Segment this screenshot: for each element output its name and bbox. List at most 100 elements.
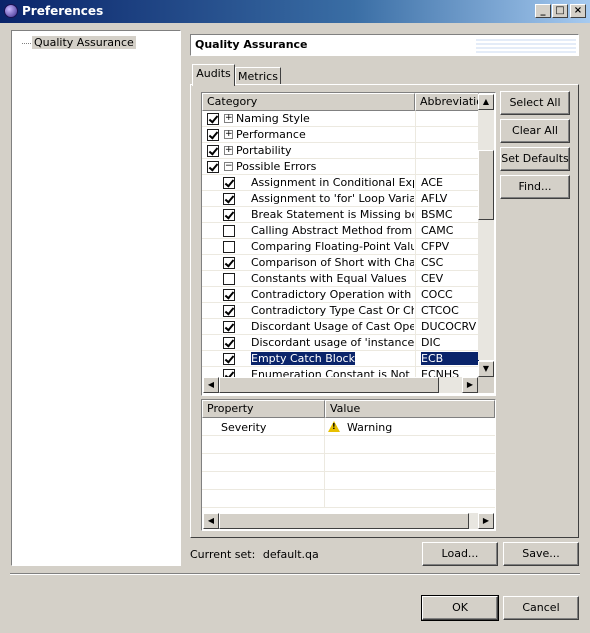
warning-icon: ! — [328, 421, 340, 432]
tree-connector — [22, 43, 31, 44]
rule-checkbox[interactable] — [207, 129, 219, 141]
rule-checkbox[interactable] — [223, 321, 235, 333]
column-divider — [415, 255, 416, 271]
clear-all-button[interactable]: Clear All — [500, 119, 570, 143]
tab-audits[interactable]: Audits — [192, 64, 235, 86]
ok-button[interactable]: OK — [421, 595, 499, 621]
category-group-row[interactable]: − Possible Errors — [202, 159, 479, 175]
audit-rule-row[interactable]: Discordant usage of 'instanceo... DIC — [202, 335, 479, 351]
rule-checkbox[interactable] — [223, 305, 235, 317]
rule-checkbox[interactable] — [223, 289, 235, 301]
property-row-severity[interactable]: Severity ! Warning — [202, 418, 495, 436]
column-divider — [415, 287, 416, 303]
expand-icon[interactable]: + — [224, 146, 233, 155]
vertical-scroll-thumb[interactable] — [478, 150, 494, 220]
rule-checkbox[interactable] — [207, 161, 219, 173]
rule-name: Contradictory Type Cast Or Ch... — [251, 304, 414, 317]
audit-rule-row[interactable]: Contradictory Type Cast Or Ch... CTCOC — [202, 303, 479, 319]
rule-abbreviation: COCC — [421, 288, 453, 301]
audit-rule-row[interactable]: Assignment to 'for' Loop Variable AFLV — [202, 191, 479, 207]
maximize-button[interactable]: □ — [552, 4, 568, 18]
column-divider — [415, 159, 416, 175]
collapse-icon[interactable]: − — [224, 162, 233, 171]
current-set: Current set: default.qa — [190, 548, 319, 561]
find-button[interactable]: Find... — [500, 175, 570, 199]
rule-abbreviation: DUCOCRV — [421, 320, 477, 333]
vertical-scroll-track[interactable] — [478, 110, 494, 360]
rule-checkbox[interactable] — [223, 225, 235, 237]
property-horizontal-scroll-thumb[interactable] — [219, 513, 469, 529]
rule-checkbox[interactable] — [207, 145, 219, 157]
property-value: Warning — [347, 421, 393, 434]
tree-item-quality-assurance[interactable]: Quality Assurance — [22, 36, 136, 50]
column-divider — [324, 490, 325, 507]
property-row-empty — [202, 436, 495, 454]
rule-checkbox[interactable] — [223, 369, 235, 377]
expand-icon[interactable]: + — [224, 114, 233, 123]
column-divider — [415, 303, 416, 319]
expand-icon[interactable]: + — [224, 130, 233, 139]
rule-checkbox[interactable] — [223, 193, 235, 205]
audit-rule-row[interactable]: Empty Catch Block ECB — [202, 351, 479, 367]
category-group-row[interactable]: + Naming Style — [202, 111, 479, 127]
audit-rule-row[interactable]: Contradictory Operation with ... COCC — [202, 287, 479, 303]
rule-name: Comparison of Short with Char — [251, 256, 414, 269]
rule-checkbox[interactable] — [223, 257, 235, 269]
rule-abbreviation: DIC — [421, 336, 441, 349]
page-title: Quality Assurance — [195, 38, 308, 51]
window-title: Preferences — [22, 4, 104, 18]
audit-rule-row[interactable]: Comparing Floating-Point Values CFPV — [202, 239, 479, 255]
column-header-abbreviation[interactable]: Abbreviation — [415, 93, 479, 111]
load-button[interactable]: Load... — [422, 542, 498, 566]
property-row-empty — [202, 454, 495, 472]
rule-checkbox[interactable] — [223, 209, 235, 221]
property-scroll-left-button[interactable]: ◀ — [203, 513, 219, 529]
scroll-up-button[interactable]: ▲ — [478, 94, 494, 110]
preferences-tree[interactable]: Quality Assurance — [11, 30, 181, 566]
cancel-button[interactable]: Cancel — [503, 596, 579, 620]
audit-rule-row[interactable]: Constants with Equal Values CEV — [202, 271, 479, 287]
column-header-category[interactable]: Category — [202, 93, 415, 111]
rule-name: Enumeration Constant is Not H... — [251, 368, 414, 377]
save-button[interactable]: Save... — [503, 542, 579, 566]
horizontal-scroll-thumb[interactable] — [219, 377, 439, 393]
audit-rule-row[interactable]: Discordant Usage of Cast Oper... DUCOCRV — [202, 319, 479, 335]
rule-abbreviation: ECB — [421, 352, 479, 365]
property-table[interactable]: Property Value Severity ! Warning ◀ ▶ — [201, 399, 496, 531]
column-header-property[interactable]: Property — [202, 400, 325, 418]
column-divider — [415, 191, 416, 207]
column-divider — [415, 143, 416, 159]
select-all-button[interactable]: Select All — [500, 91, 570, 115]
current-set-value: default.qa — [262, 548, 319, 561]
tab-metrics[interactable]: Metrics — [235, 67, 281, 85]
tree-item-label: Quality Assurance — [32, 36, 136, 49]
column-divider — [415, 351, 416, 367]
window-title-bar[interactable]: Preferences _ □ × — [0, 0, 590, 23]
scroll-down-button[interactable]: ▼ — [478, 361, 494, 377]
rule-checkbox[interactable] — [223, 353, 235, 365]
audits-table[interactable]: Category Abbreviation +Naming Style+Perf… — [201, 92, 496, 396]
rule-abbreviation: CEV — [421, 272, 444, 285]
close-button[interactable]: × — [570, 4, 586, 18]
audit-rule-row[interactable]: Assignment in Conditional Expr... ACE — [202, 175, 479, 191]
minimize-button[interactable]: _ — [535, 4, 551, 18]
set-defaults-button[interactable]: Set Defaults — [500, 147, 570, 171]
rule-checkbox[interactable] — [223, 337, 235, 349]
rule-abbreviation: AFLV — [421, 192, 448, 205]
property-row-empty — [202, 490, 495, 508]
audit-rule-row[interactable]: Break Statement is Missing bef... BSMC — [202, 207, 479, 223]
category-group-row[interactable]: + Portability — [202, 143, 479, 159]
audit-rule-row[interactable]: Calling Abstract Method from C... CAMC — [202, 223, 479, 239]
property-scroll-right-button[interactable]: ▶ — [478, 513, 494, 529]
scroll-left-button[interactable]: ◀ — [203, 377, 219, 393]
rule-checkbox[interactable] — [207, 113, 219, 125]
rule-name: Discordant usage of 'instanceo... — [251, 336, 414, 349]
audit-rule-row[interactable]: Enumeration Constant is Not H... ECNHS — [202, 367, 479, 377]
rule-checkbox[interactable] — [223, 177, 235, 189]
rule-checkbox[interactable] — [223, 241, 235, 253]
rule-checkbox[interactable] — [223, 273, 235, 285]
audit-rule-row[interactable]: Comparison of Short with Char CSC — [202, 255, 479, 271]
scroll-right-button[interactable]: ▶ — [462, 377, 478, 393]
column-header-value[interactable]: Value — [325, 400, 495, 418]
category-group-row[interactable]: + Performance — [202, 127, 479, 143]
